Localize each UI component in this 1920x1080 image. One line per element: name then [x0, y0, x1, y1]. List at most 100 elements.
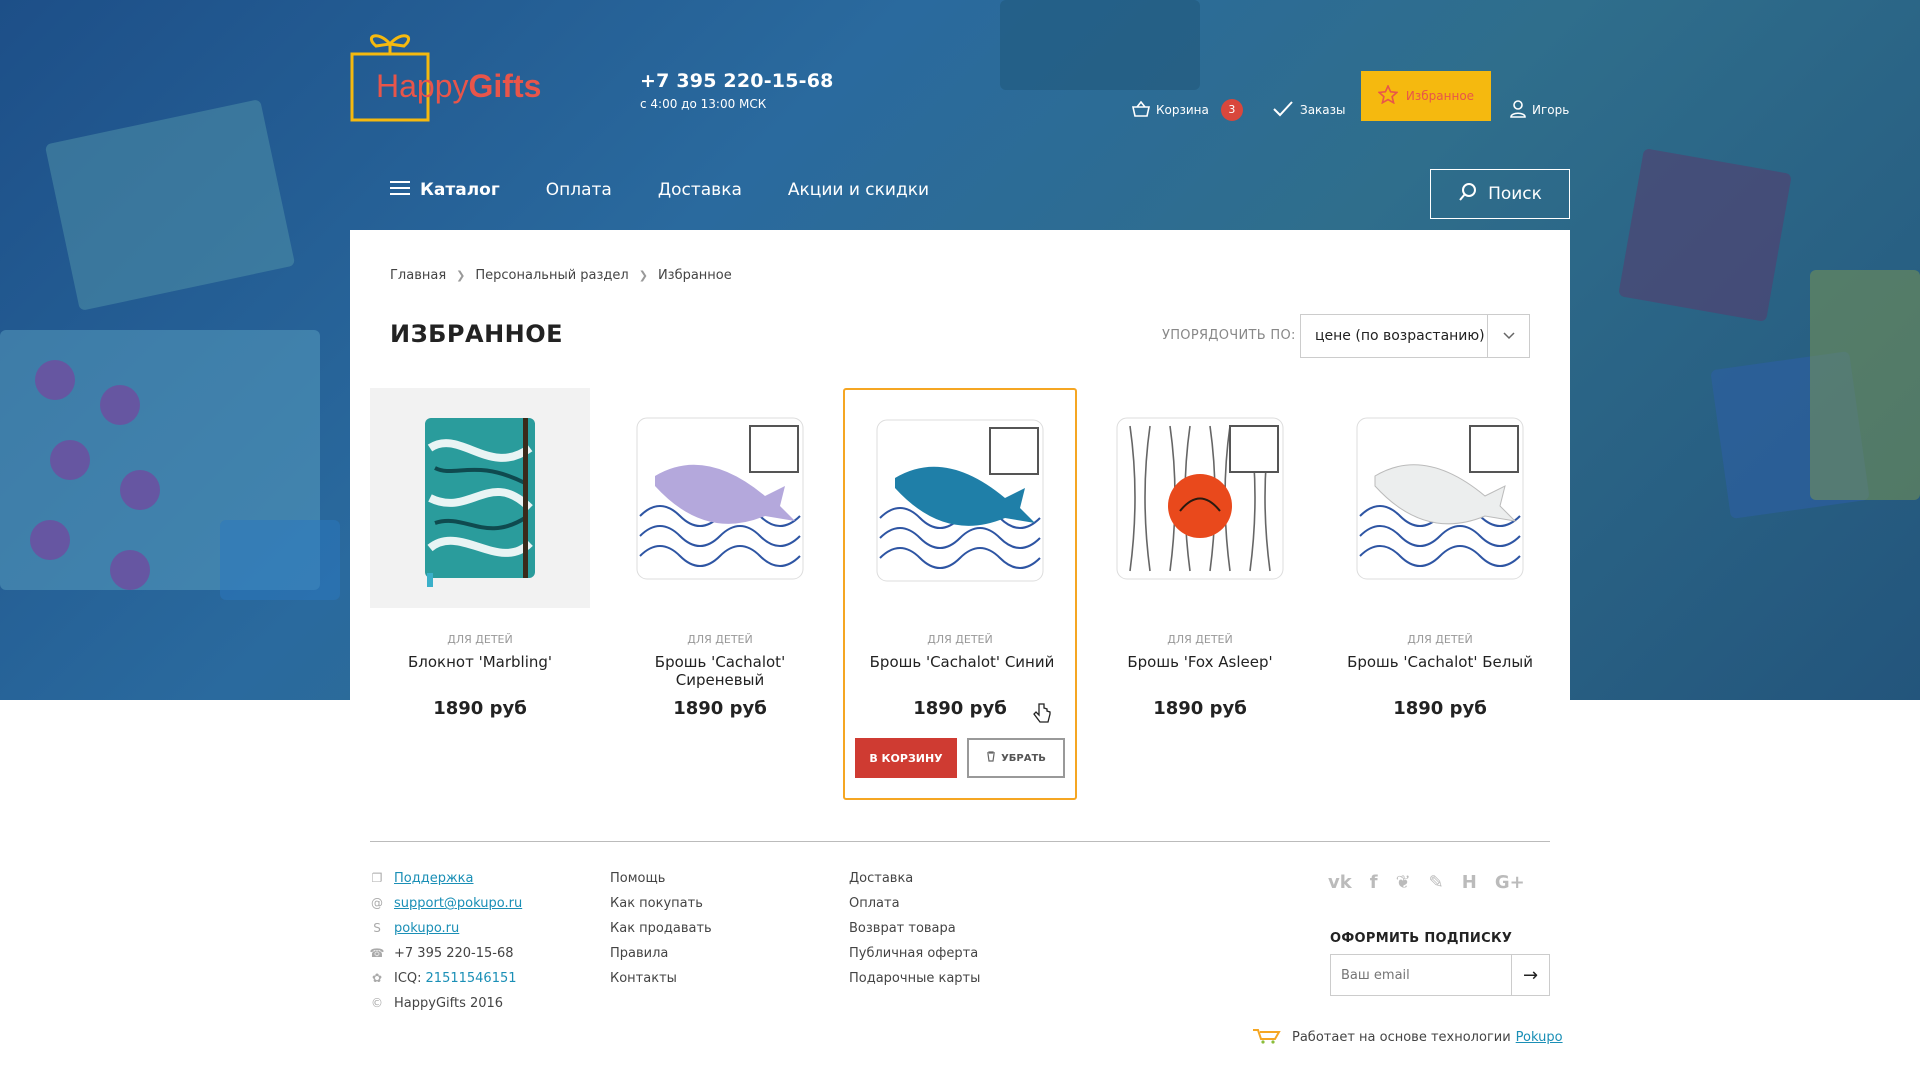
product-image-fox-asleep[interactable] [1090, 388, 1310, 608]
subscribe-form: → [1330, 954, 1550, 996]
footer-link[interactable]: Оплата [849, 891, 980, 916]
favorites-label: Избранное [1405, 89, 1475, 103]
support-link[interactable]: Поддержка [394, 866, 474, 891]
vk-icon[interactable]: vk [1328, 872, 1352, 893]
sort-select[interactable]: цене (по возрастанию) [1300, 314, 1530, 358]
checkmark-icon [1272, 100, 1294, 121]
product-category: ДЛЯ ДЕТЕЙ [1407, 633, 1473, 646]
product-name[interactable]: Блокнот 'Marbling' [380, 653, 580, 671]
feather-icon[interactable]: ✎ [1429, 872, 1444, 893]
sort-label: УПОРЯДОЧИТЬ ПО: [1162, 328, 1296, 343]
footer-contacts: ❐ Поддержка @ support@pokupo.ru Spokupo.ru… [369, 866, 523, 1016]
product-name[interactable]: Брошь 'Cachalot' Синий [862, 653, 1062, 671]
copyright-text: HappyGifts 2016 [394, 996, 504, 1011]
footer-link[interactable]: Возврат товара [849, 916, 980, 941]
sort-value: цене (по возрастанию) [1315, 328, 1485, 344]
chevron-right-icon: ❯ [456, 269, 466, 282]
product-image-cachalot-white[interactable] [1330, 388, 1550, 608]
header-phone[interactable]: +7 395 220-15-68 [640, 70, 834, 92]
at-icon: @ [371, 896, 383, 910]
footer-link[interactable]: Публичная оферта [849, 941, 980, 966]
footer-divider [370, 841, 1550, 842]
product-category: ДЛЯ ДЕТЕЙ [687, 633, 753, 646]
arrow-right-icon[interactable]: → [1511, 955, 1549, 995]
user-icon [1510, 99, 1526, 121]
subscribe-email-input[interactable] [1331, 955, 1511, 995]
product-name[interactable]: Брошь 'Fox Asleep' [1100, 653, 1300, 671]
habr-icon[interactable]: H [1462, 872, 1477, 893]
breadcrumb-home[interactable]: Главная [390, 268, 446, 283]
breadcrumb: Главная ❯ Персональный раздел ❯ Избранно… [390, 268, 732, 283]
footer-link[interactable]: Как покупать [610, 891, 712, 916]
chevron-down-icon [1487, 315, 1529, 357]
twitter-icon[interactable]: ❦ [1396, 872, 1411, 893]
star-icon [1377, 84, 1399, 107]
product-category: ДЛЯ ДЕТЕЙ [927, 633, 993, 646]
user-name: Игорь [1532, 103, 1570, 117]
product-image-cachalot-lilac[interactable] [610, 388, 830, 608]
icq-icon: ✿ [371, 971, 383, 985]
footer-link[interactable]: Доставка [849, 866, 980, 891]
cart-count-badge: 3 [1220, 99, 1243, 121]
powered-by: Работает на основе технологии Pokupo [1252, 1026, 1563, 1048]
footer-link[interactable]: Контакты [610, 966, 712, 991]
footer-link[interactable]: Подарочные карты [849, 966, 980, 991]
content-panel: Главная ❯ Персональный раздел ❯ Избранно… [350, 230, 1570, 860]
facebook-icon[interactable]: f [1370, 872, 1378, 893]
user-profile-link[interactable]: Игорь [1510, 84, 1569, 136]
product-image-notebook[interactable] [370, 388, 590, 608]
skype-link[interactable]: pokupo.ru [394, 916, 459, 941]
footer-phone: +7 395 220-15-68 [394, 946, 514, 961]
basket-icon [1132, 100, 1150, 120]
cart-label: Корзина [1156, 103, 1209, 117]
search-icon [1458, 182, 1478, 207]
favorites-button[interactable]: Избранное [1361, 71, 1491, 121]
product-name[interactable]: Брошь 'Cachalot' Белый [1340, 653, 1540, 671]
email-link[interactable]: support@pokupo.ru [394, 891, 522, 916]
cart-link[interactable]: Корзина 3 [1132, 84, 1243, 136]
phone-icon: ☎ [369, 946, 385, 960]
add-to-cart-button[interactable]: В КОРЗИНУ [855, 738, 957, 778]
footer-link[interactable]: Правила [610, 941, 712, 966]
product-name[interactable]: Брошь 'Cachalot' Сиреневый [620, 653, 820, 689]
logo-text-gifts: Gifts [468, 68, 542, 104]
breadcrumb-personal[interactable]: Персональный раздел [475, 268, 628, 283]
contact-phone-block: +7 395 220-15-68 с 4:00 до 13:00 МСК [640, 70, 834, 111]
subscribe-title: ОФОРМИТЬ ПОДПИСКУ [1330, 931, 1513, 946]
product-card[interactable]: ДЛЯ ДЕТЕЙ Брошь 'Cachalot' Белый 1890 ру… [1310, 388, 1540, 800]
product-price: 1890 руб [1393, 698, 1487, 719]
powered-text: Работает на основе технологии [1292, 1029, 1511, 1045]
header-hours: с 4:00 до 13:00 МСК [640, 97, 767, 111]
product-category: ДЛЯ ДЕТЕЙ [1167, 633, 1233, 646]
breadcrumb-current: Избранное [657, 268, 732, 283]
icq-label: ICQ: [394, 971, 422, 986]
google-plus-icon[interactable]: G+ [1495, 872, 1525, 893]
cursor-hand-icon [1033, 702, 1051, 728]
copyright-icon: © [371, 996, 383, 1010]
product-card-selected[interactable]: ДЛЯ ДЕТЕЙ Брошь 'Cachalot' Синий 1890 ру… [843, 388, 1077, 800]
product-category: ДЛЯ ДЕТЕЙ [447, 633, 513, 646]
product-price: 1890 руб [1153, 698, 1247, 719]
main-nav: Каталог Оплата Доставка Акции и скидки [390, 180, 929, 200]
social-links: vk f ❦ ✎ H G+ [1328, 872, 1525, 893]
search-button[interactable]: Поиск [1430, 169, 1570, 219]
product-card[interactable]: ДЛЯ ДЕТЕЙ Блокнот 'Marbling' 1890 руб [350, 388, 590, 800]
product-card[interactable]: ДЛЯ ДЕТЕЙ Брошь 'Cachalot' Сиреневый 189… [590, 388, 820, 800]
orders-link[interactable]: Заказы [1272, 84, 1346, 136]
nav-item-delivery[interactable]: Доставка [658, 180, 742, 200]
remove-favorite-button[interactable]: УБРАТЬ [967, 738, 1065, 778]
catalog-menu-button[interactable]: Каталог [390, 180, 500, 200]
footer-link[interactable]: Как продавать [610, 916, 712, 941]
icq-link[interactable]: 21511546151 [426, 966, 517, 991]
product-card[interactable]: ДЛЯ ДЕТЕЙ Брошь 'Fox Asleep' 1890 руб [1070, 388, 1300, 800]
footer-info-links: Доставка Оплата Возврат товара Публичная… [849, 866, 980, 991]
nav-item-promotions[interactable]: Акции и скидки [788, 180, 929, 200]
footer-link[interactable]: Помощь [610, 866, 712, 891]
logo[interactable]: HappyGifts [350, 28, 590, 123]
hamburger-icon [390, 180, 410, 200]
pokupo-link[interactable]: Pokupo [1516, 1030, 1563, 1045]
support-icon: ❐ [371, 871, 383, 885]
nav-item-payment[interactable]: Оплата [546, 180, 612, 200]
logo-text-happy: Happy [376, 68, 469, 104]
product-image-cachalot-blue[interactable] [850, 390, 1070, 610]
